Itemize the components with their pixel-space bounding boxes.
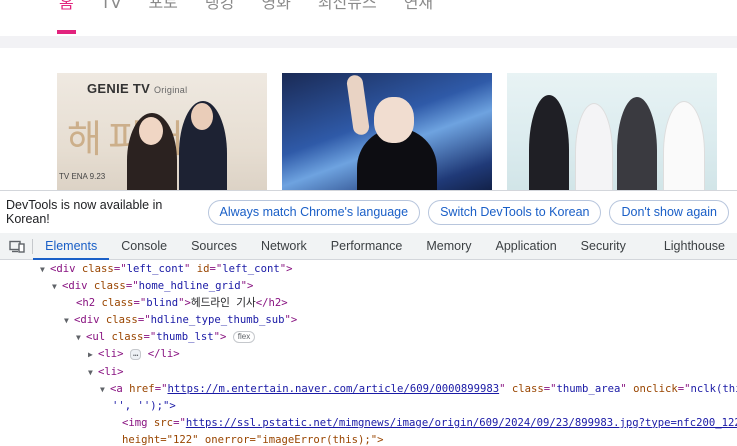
nav-latest-news[interactable]: 최신뉴스 xyxy=(318,0,377,36)
headline-thumb-1[interactable]: GENIE TV Original 해피어게 TV ENA 9.23 xyxy=(57,73,267,190)
dom-row-hdline-grid[interactable]: ▼ <div class="home_hdline_grid"> xyxy=(0,278,737,295)
group-member-2 xyxy=(575,103,613,190)
image-src-link[interactable]: https://ssl.pstatic.net/mimgnews/image/o… xyxy=(186,417,737,429)
device-toolbar-icon[interactable] xyxy=(0,233,34,259)
dom-row-left-cont[interactable]: ▼ <div class="left_cont" id="left_cont"> xyxy=(0,261,737,278)
dom-row-a-thumb-area[interactable]: ▼ <a href="https://m.entertain.naver.com/… xyxy=(0,381,737,398)
tab-elements[interactable]: Elements xyxy=(33,233,110,260)
flex-badge[interactable]: flex xyxy=(232,331,256,344)
nav-home[interactable]: 홈 xyxy=(57,0,76,36)
dom-row-ul-thumb-lst[interactable]: ▼ <ul class="thumb_lst"> flex xyxy=(0,329,737,346)
singer-arm xyxy=(345,74,371,136)
article-href-link[interactable]: https://m.entertain.naver.com/article/60… xyxy=(167,383,499,395)
group-member-4 xyxy=(663,101,705,190)
tab-console[interactable]: Console xyxy=(109,233,179,259)
group-member-3 xyxy=(617,97,657,190)
expand-triangle-icon[interactable]: ▶ xyxy=(88,346,98,363)
collapse-triangle-icon[interactable]: ▼ xyxy=(64,312,74,329)
always-match-language-button[interactable]: Always match Chrome's language xyxy=(207,199,421,225)
tab-network[interactable]: Network xyxy=(249,233,319,259)
dom-row-h2-blind[interactable]: <h2 class="blind">헤드라인 기사</h2> xyxy=(0,295,737,312)
group-member-1 xyxy=(529,95,569,190)
devtools-tab-bar: Elements Console Sources Network Perform… xyxy=(0,233,737,260)
dont-show-again-button[interactable]: Don't show again xyxy=(609,199,729,225)
dom-row-onclick-cont: '', '');"> xyxy=(112,399,176,412)
nav-divider xyxy=(0,36,737,48)
genie-tv-logo: GENIE TV Original xyxy=(87,81,188,96)
headline-thumbnails: GENIE TV Original 해피어게 TV ENA 9.23 xyxy=(57,73,717,190)
dom-row-hdline-thumb-sub[interactable]: ▼ <div class="hdline_type_thumb_sub"> xyxy=(0,312,737,329)
dom-row-li-expanded[interactable]: ▼ <li> xyxy=(0,364,737,381)
nav-series[interactable]: 연재 xyxy=(404,0,433,36)
dom-row-li-collapsed[interactable]: ▶ <li> … </li> xyxy=(0,346,737,363)
collapse-triangle-icon[interactable]: ▼ xyxy=(88,364,98,381)
tab-sources[interactable]: Sources xyxy=(179,233,249,259)
infobar-message: DevTools is now available in Korean! xyxy=(6,198,163,226)
collapse-triangle-icon[interactable]: ▼ xyxy=(76,329,86,346)
top-nav: 홈 TV 포토 랭킹 영화 최신뉴스 연재 xyxy=(0,0,737,36)
tab-security[interactable]: Security xyxy=(569,233,638,259)
tab-lighthouse[interactable]: Lighthouse xyxy=(652,233,737,259)
webpage-viewport: 홈 TV 포토 랭킹 영화 최신뉴스 연재 GENIE TV Original … xyxy=(0,0,737,190)
nav-photo[interactable]: 포토 xyxy=(148,0,177,36)
collapsed-children-ellipsis[interactable]: … xyxy=(129,349,142,361)
actor-face xyxy=(191,103,213,130)
headline-thumb-3[interactable] xyxy=(507,73,717,190)
nav-movie[interactable]: 영화 xyxy=(261,0,290,36)
dom-row-img-cont: height="122" onerror="imageError(this);"… xyxy=(122,433,384,446)
headline-thumb-2[interactable] xyxy=(282,73,492,190)
elements-dom-tree[interactable]: flex ▼<div class="left_cont" id="left_co… xyxy=(0,260,737,446)
singer-face xyxy=(374,97,414,143)
device-mode-icon xyxy=(8,240,25,253)
collapse-triangle-icon[interactable]: ▼ xyxy=(100,381,110,398)
tab-memory[interactable]: Memory xyxy=(414,233,483,259)
nav-tv[interactable]: TV xyxy=(101,0,122,36)
switch-to-korean-button[interactable]: Switch DevTools to Korean xyxy=(428,199,602,225)
nav-ranking[interactable]: 랭킹 xyxy=(205,0,234,36)
collapse-triangle-icon[interactable]: ▼ xyxy=(40,261,50,278)
tab-performance[interactable]: Performance xyxy=(319,233,415,259)
dom-row-img[interactable]: <img src="https://ssl.pstatic.net/mimgne… xyxy=(0,415,737,432)
actress-face xyxy=(139,117,163,145)
devtools-language-infobar: DevTools is now available in Korean! Alw… xyxy=(0,190,737,233)
collapse-triangle-icon[interactable]: ▼ xyxy=(52,278,62,295)
tab-application[interactable]: Application xyxy=(484,233,569,259)
broadcast-caption: TV ENA 9.23 xyxy=(59,172,106,181)
